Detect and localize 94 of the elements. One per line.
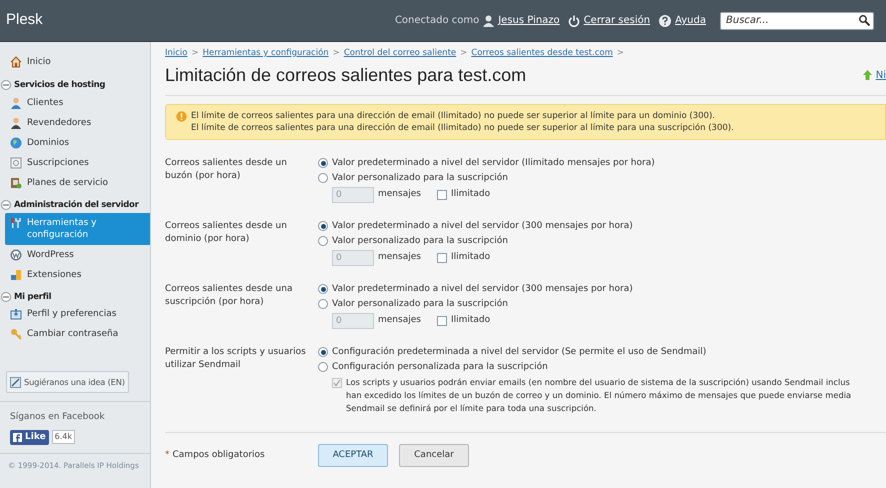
option-label: Valor personalizado para la suscripción bbox=[332, 172, 508, 185]
connected-label: Conectado como bbox=[394, 14, 480, 28]
card-icon bbox=[10, 176, 22, 189]
breadcrumb-link[interactable]: Inicio bbox=[165, 47, 188, 60]
warning-icon bbox=[176, 110, 187, 122]
breadcrumb-separator: > bbox=[616, 47, 624, 60]
sidebar-item[interactable]: Inicio bbox=[5, 52, 145, 72]
section-title: Administración del servidor bbox=[14, 198, 138, 212]
suggest-button[interactable]: Sugiéranos una idea (EN) bbox=[6, 371, 129, 394]
user-icon bbox=[10, 116, 22, 129]
field-label: Correos salientes desde una suscripción (por hora) bbox=[165, 282, 294, 309]
checkbox-label: Ilimitado bbox=[450, 314, 490, 328]
breadcrumb-link[interactable]: Correos salientes desde test.com bbox=[471, 47, 613, 60]
option-label: Valor personalizado para la suscripción bbox=[332, 234, 508, 248]
checkbox[interactable] bbox=[436, 252, 447, 263]
radio-button[interactable] bbox=[318, 299, 328, 310]
breadcrumb-separator: > bbox=[332, 47, 340, 60]
option-label: Configuración personalizada para la suscripción bbox=[332, 360, 548, 374]
radio-button[interactable] bbox=[318, 221, 328, 232]
logout-link[interactable]: Cerrar sesión bbox=[584, 13, 650, 28]
checkbox-label: Ilimitado bbox=[450, 188, 490, 202]
blocks-icon bbox=[10, 268, 22, 280]
facebook-title: Síganos en Facebook bbox=[10, 411, 106, 424]
warning-text: El límite de correos salientes para una dirección de email (Ilimitado) no puede ser superior al límite para una suscripción (300). bbox=[191, 122, 734, 134]
tools-icon bbox=[10, 216, 22, 228]
radio-button[interactable] bbox=[318, 236, 328, 246]
accept-button[interactable]: ACEPTAR bbox=[318, 444, 388, 467]
collapse-toggle[interactable] bbox=[1, 80, 11, 90]
radio-button[interactable] bbox=[318, 173, 328, 184]
sidebar-item[interactable]: Planes de servicio bbox=[5, 172, 145, 193]
field-label: Correos salientes desde un dominio (por hora) bbox=[165, 220, 288, 246]
like-button[interactable]: Like bbox=[10, 430, 49, 445]
facebook-icon bbox=[13, 432, 22, 442]
checkbox-label: Los scripts y usuarios podrán enviar emails (en nombre del usuario de sistema de la suscripción) usando Sendmail inclus han excedido los límites de un buzón de correo y un dominio. El número máximo de mensajes que puede enviarse media Sendmail se definirá por el límite para toda una suscripción. bbox=[346, 376, 852, 415]
sidebar-item[interactable]: Cambiar contraseña bbox=[5, 324, 145, 344]
collapse-toggle[interactable] bbox=[1, 292, 11, 302]
sidebar-item[interactable]: WordPress bbox=[5, 244, 145, 264]
page-title: Limitación de correos salientes para test.com bbox=[165, 64, 528, 87]
field-label: Correos salientes desde un buzón (por hora) bbox=[165, 156, 288, 183]
unit-label: mensajes bbox=[378, 314, 421, 328]
breadcrumb-link[interactable]: Control del correo saliente bbox=[344, 47, 456, 60]
section-title: Servicios de hosting bbox=[14, 79, 106, 92]
house-icon bbox=[10, 56, 22, 68]
user-icon bbox=[10, 96, 22, 109]
checkbox-label: Ilimitado bbox=[450, 251, 490, 264]
radio-button[interactable] bbox=[318, 347, 328, 358]
like-count: 6.4k bbox=[52, 430, 76, 444]
unit-label: mensajes bbox=[378, 251, 421, 264]
option-label: Valor predeterminado a nivel del servidor (300 mensajes por hora) bbox=[332, 220, 633, 233]
pencil-icon bbox=[10, 376, 21, 388]
globe-icon bbox=[10, 136, 22, 149]
warning-text: El límite de correos salientes para una dirección de email (Ilimitado) no puede ser superior al límite para un dominio (300). bbox=[191, 110, 716, 122]
key-icon bbox=[10, 328, 22, 340]
minus-icon bbox=[3, 202, 9, 208]
section-title: Mi perfil bbox=[14, 290, 52, 304]
cancel-button[interactable]: Cancelar bbox=[399, 444, 469, 467]
search-field[interactable]: Buscar... bbox=[720, 12, 874, 30]
top-right-link[interactable]: Ni bbox=[876, 68, 886, 83]
radio-button[interactable] bbox=[318, 284, 328, 294]
radio-button[interactable] bbox=[318, 362, 328, 372]
minus-icon bbox=[3, 294, 9, 300]
option-label: Configuración predeterminada a nivel del servidor (Se permite el uso de Sendmail) bbox=[332, 346, 706, 359]
user-link[interactable]: Jesus Pinazo bbox=[498, 13, 560, 28]
help-link[interactable]: Ayuda bbox=[675, 13, 706, 28]
field-label: Permitir a los scripts y usuarios utilizar Sendmail bbox=[165, 346, 307, 372]
checkbox[interactable] bbox=[436, 316, 447, 326]
breadcrumb-link[interactable]: Herramientas y configuración bbox=[202, 47, 329, 60]
breadcrumb-separator: > bbox=[460, 47, 468, 60]
unit-label: mensajes bbox=[378, 188, 421, 202]
sidebar-item[interactable]: Perfil y preferencias bbox=[5, 304, 145, 324]
sidebar-item[interactable]: Clientes bbox=[5, 92, 145, 113]
sidebar-item[interactable]: Revendedores bbox=[5, 112, 145, 133]
wordpress-icon bbox=[10, 248, 22, 260]
document-icon bbox=[10, 156, 22, 169]
option-label: Valor predeterminado a nivel del servidor (Ilimitado mensajes por hora) bbox=[332, 156, 655, 170]
sidebar-item[interactable]: Dominios bbox=[5, 132, 145, 153]
radio-button[interactable] bbox=[318, 158, 328, 168]
up-arrow-icon bbox=[862, 69, 873, 82]
power-icon bbox=[568, 14, 580, 26]
checkbox[interactable] bbox=[436, 190, 447, 200]
collapse-toggle[interactable] bbox=[1, 200, 11, 210]
breadcrumb-separator: > bbox=[192, 47, 199, 60]
plesk-logo: Plesk bbox=[6, 10, 43, 30]
badge-icon bbox=[10, 308, 22, 320]
minus-icon bbox=[3, 82, 9, 88]
sidebar-item[interactable]: Herramientas y configuración bbox=[5, 212, 150, 244]
help-icon bbox=[659, 14, 672, 26]
sidebar-item[interactable]: Extensiones bbox=[5, 264, 145, 284]
required-mark: * bbox=[165, 448, 170, 462]
required-note: Campos obligatorios bbox=[172, 448, 265, 462]
sidebar-item[interactable]: Suscripciones bbox=[5, 152, 145, 173]
user-icon bbox=[483, 14, 494, 26]
option-label: Valor predeterminado a nivel del servidor (300 mensajes por hora) bbox=[332, 282, 633, 296]
option-label: Valor personalizado para la suscripción bbox=[332, 298, 508, 311]
